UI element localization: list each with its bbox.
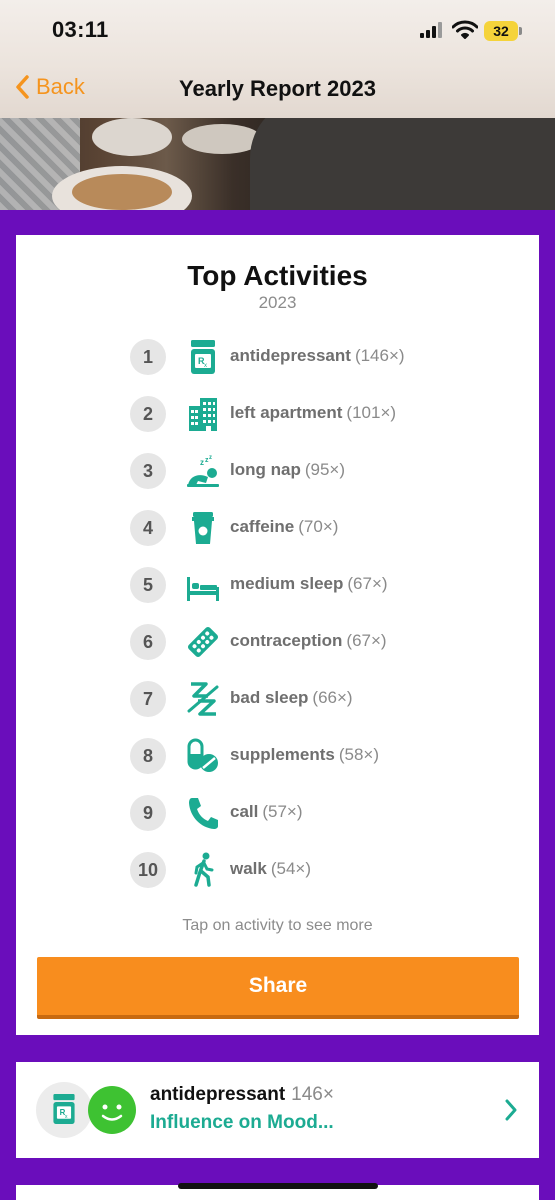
battery-tip: [519, 27, 522, 35]
activity-row-bad-sleep[interactable]: 7 bad sleep (66×): [16, 679, 539, 729]
activity-row-long-nap[interactable]: 3 z z z long nap (95×): [16, 451, 539, 501]
bad-sleep-zz-icon: [187, 682, 219, 716]
rank-badge: 6: [130, 624, 166, 660]
photo-pancake: [72, 174, 172, 210]
activity-name: call: [230, 802, 259, 821]
activity-count: (57×): [262, 802, 303, 821]
activity-row-antidepressant[interactable]: 1 R x antidepressant (146×): [16, 337, 539, 387]
prescription-bottle-icon: R x: [53, 1094, 75, 1124]
activity-count: (95×): [304, 460, 345, 479]
rank-badge: 4: [130, 510, 166, 546]
activity-row-contraception[interactable]: 6 contraception (67×): [16, 622, 539, 672]
activity-name: long nap: [230, 460, 301, 479]
rank-badge: 1: [130, 339, 166, 375]
activity-count: (66×): [312, 688, 353, 707]
sleeping-person-icon: z z z: [187, 455, 219, 487]
mood-smiley-icon: [88, 1086, 136, 1134]
activity-name: contraception: [230, 631, 343, 650]
card-year: 2023: [258, 293, 297, 312]
battery-level: 32: [484, 21, 518, 41]
activity-count: (146×): [354, 346, 405, 365]
activity-icon-circle: R x: [36, 1082, 92, 1138]
rank-badge: 2: [130, 396, 166, 432]
page-title: Yearly Report 2023: [179, 76, 376, 101]
activity-label: left apartment (101×): [230, 403, 396, 423]
activity-label: caffeine (70×): [230, 517, 338, 537]
wifi-icon: [452, 20, 478, 39]
activity-count: (54×): [270, 859, 312, 878]
share-button[interactable]: Share: [37, 957, 519, 1019]
activity-name: walk: [230, 859, 267, 878]
rank-badge: 8: [130, 738, 166, 774]
activity-row-walk[interactable]: 10 walk (54×): [16, 850, 539, 900]
activity-name: supplements: [230, 745, 335, 764]
activity-name: antidepressant: [230, 346, 351, 365]
bed-icon: [187, 577, 219, 601]
nav-bar: Back Yearly Report 2023: [0, 62, 555, 118]
activity-name: bad sleep: [230, 688, 309, 707]
status-bar: 03:11 32: [0, 0, 555, 62]
influence-card[interactable]: R x antidepressant 146× Influence on Mood…: [16, 1062, 539, 1158]
activity-name: medium sleep: [230, 574, 344, 593]
activity-row-supplements[interactable]: 8 supplements (58×): [16, 736, 539, 786]
cellular-signal-icon: [420, 22, 442, 38]
activity-label: walk (54×): [230, 859, 311, 879]
activity-count: (67×): [346, 631, 387, 650]
rank-badge: 5: [130, 567, 166, 603]
activity-label: long nap (95×): [230, 460, 345, 480]
activity-label: antidepressant (146×): [230, 346, 405, 366]
activity-count: (70×): [298, 517, 339, 536]
chevron-right-icon: [505, 1099, 517, 1121]
rank-badge: 10: [130, 852, 166, 888]
photo-person: [250, 118, 555, 210]
influence-title-line: antidepressant 146×: [150, 1084, 334, 1106]
activity-label: medium sleep (67×): [230, 574, 388, 594]
pill-pack-icon: [187, 626, 219, 658]
building-icon: [189, 398, 217, 431]
smiley-face-icon: [101, 1104, 123, 1121]
activity-count: (67×): [347, 574, 388, 593]
coffee-cup-icon: [192, 512, 214, 544]
influence-subtitle: Influence on Mood...: [150, 1112, 334, 1133]
card-title: Top Activities: [187, 260, 368, 291]
rank-badge: 9: [130, 795, 166, 831]
activity-label: supplements (58×): [230, 745, 379, 765]
top-activities-card: Top Activities 2023 1 R x antidepressant…: [16, 235, 539, 1035]
walking-person-icon: [194, 852, 214, 887]
activity-count: (101×): [346, 403, 397, 422]
activity-count: (58×): [338, 745, 380, 764]
activity-row-medium-sleep[interactable]: 5 medium sleep (67×): [16, 565, 539, 615]
home-indicator[interactable]: [178, 1183, 378, 1189]
activity-label: call (57×): [230, 802, 303, 822]
capsule-pill-icon: [187, 738, 218, 772]
photo-plate: [92, 118, 172, 156]
activity-row-caffeine[interactable]: 4 caffeine (70×): [16, 508, 539, 558]
svg-text:z: z: [200, 458, 204, 467]
influence-activity-name: antidepressant: [150, 1084, 286, 1105]
phone-icon: [189, 798, 218, 829]
rank-badge: 7: [130, 681, 166, 717]
influence-count: 146×: [291, 1084, 334, 1105]
activity-row-left-apartment[interactable]: 2 left apartment (101×): [16, 394, 539, 444]
rank-badge: 3: [130, 453, 166, 489]
activity-name: left apartment: [230, 403, 343, 422]
activity-label: contraception (67×): [230, 631, 387, 651]
svg-text:x: x: [65, 1114, 68, 1120]
header: 03:11 32 Back Yearly Report 2023: [0, 0, 555, 118]
activity-name: caffeine: [230, 517, 295, 536]
prescription-bottle-icon: R x: [191, 340, 215, 374]
report-cover-photo: [0, 118, 555, 210]
tap-hint: Tap on activity to see more: [182, 917, 373, 934]
svg-text:z: z: [209, 455, 212, 461]
status-time: 03:11: [52, 17, 109, 42]
svg-text:x: x: [204, 363, 207, 369]
activity-label: bad sleep (66×): [230, 688, 353, 708]
activity-row-call[interactable]: 9 call (57×): [16, 793, 539, 843]
